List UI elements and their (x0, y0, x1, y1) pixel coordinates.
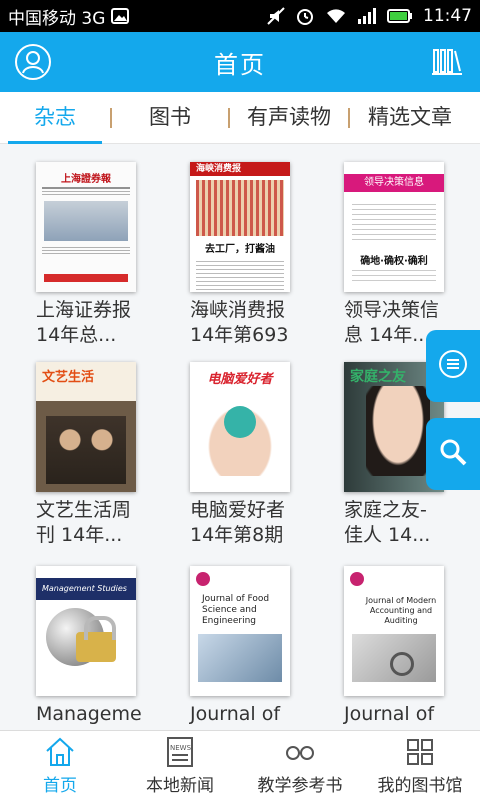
publisher-logo (350, 572, 364, 586)
cover-headline: 去工厂，打酱油 (205, 244, 275, 255)
magazine-cover[interactable]: 文艺生活 (36, 362, 136, 492)
magazine-grid: 上海證券報 上海证券报 14年总... 海峡消费报 去工厂，打酱油 海峡消费报 14… (0, 144, 480, 730)
status-bar: 中国移动 3G 11:47 (0, 0, 480, 32)
news-icon: NEWS (163, 735, 197, 769)
magazine-cover[interactable]: 领导决策信息 确地·确权·确利 (344, 162, 444, 292)
cover-masthead: Management Studies (36, 578, 136, 600)
magazine-title: Journal of (344, 703, 435, 725)
bookshelf-icon[interactable] (432, 46, 462, 76)
magazine-item[interactable]: Journal of Food Science and Engineering … (190, 566, 310, 727)
profile-icon[interactable] (14, 43, 52, 81)
nav-teaching-reference[interactable]: 教学参考书 (240, 731, 360, 800)
magazine-item[interactable]: 文艺生活 文艺生活周刊 14年... (36, 362, 156, 548)
battery-icon (387, 8, 413, 24)
cover-masthead: 领导决策信息 (344, 174, 444, 192)
cover-masthead: 上海證券報 (61, 174, 111, 185)
cover-headline: 确地·确权·确利 (360, 256, 428, 267)
svg-text:NEWS: NEWS (170, 744, 192, 752)
nav-local-news[interactable]: NEWS 本地新闻 (120, 731, 240, 800)
magazine-cover[interactable]: Journal of Food Science and Engineering (190, 566, 290, 696)
magazine-cover[interactable]: 海峡消费报 去工厂，打酱油 (190, 162, 290, 292)
wifi-icon (325, 7, 347, 25)
tab-magazines[interactable]: 杂志 (0, 92, 110, 144)
floating-menu-button[interactable] (426, 330, 480, 402)
magazine-title: Journal of (190, 703, 281, 725)
publisher-logo (196, 572, 210, 586)
clock-label: 11:47 (423, 6, 472, 26)
signal-icon (357, 7, 377, 25)
app-header: 首页 (0, 32, 480, 92)
magazine-cover[interactable]: Journal of Modern Accounting and Auditin… (344, 566, 444, 696)
magazine-title: Manageme (36, 703, 142, 725)
alarm-icon (295, 6, 315, 26)
magazine-item[interactable]: 领导决策信息 确地·确权·确利 领导决策信息 14年... (344, 162, 464, 348)
magazine-item[interactable]: Management Studies Manageme (36, 566, 156, 727)
magazine-cover[interactable]: Management Studies (36, 566, 136, 696)
cover-masthead: 海峡消费报 (190, 162, 290, 176)
library-icon (403, 735, 437, 769)
floating-search-button[interactable] (426, 418, 480, 490)
magazine-cover[interactable]: 上海證券報 (36, 162, 136, 292)
nav-home-label: 首页 (43, 776, 77, 796)
home-icon (43, 735, 77, 769)
nav-my-library[interactable]: 我的图书馆 (360, 731, 480, 800)
magazine-title: 电脑爱好者 14年第8期 (190, 499, 286, 546)
nav-home[interactable]: 首页 (0, 731, 120, 800)
tab-books[interactable]: 图书 (112, 92, 228, 144)
cover-masthead: 电脑爱好者 (207, 372, 273, 387)
search-icon (439, 438, 467, 470)
magazine-item[interactable]: 上海證券報 上海证券报 14年总... (36, 162, 156, 348)
image-notification-icon (111, 8, 130, 24)
cover-masthead: 文艺生活 (42, 370, 95, 385)
category-tabs: 杂志 图书 有声读物 精选文章 (0, 92, 480, 144)
magazine-title: 海峡消费报 14年第693 (190, 299, 289, 346)
nav-local-news-label: 本地新闻 (146, 776, 214, 796)
page-title: 首页 (214, 50, 266, 79)
magazine-title: 文艺生活周刊 14年... (36, 499, 132, 546)
magazine-item[interactable]: 电脑爱好者 电脑爱好者 14年第8期 (190, 362, 310, 548)
magazine-title: 上海证券报 14年总... (36, 299, 132, 346)
magazine-title: 家庭之友- 佳人 14... (344, 499, 431, 546)
tab-audiobooks[interactable]: 有声读物 (230, 92, 348, 144)
magazine-cover[interactable]: 电脑爱好者 (190, 362, 290, 492)
nav-my-library-label: 我的图书馆 (377, 776, 463, 796)
magazine-item[interactable]: 海峡消费报 去工厂，打酱油 海峡消费报 14年第693 (190, 162, 310, 348)
glasses-icon (283, 735, 317, 769)
carrier-label: 中国移动 3G (8, 8, 106, 29)
nav-teaching-reference-label: 教学参考书 (257, 776, 343, 796)
list-menu-icon (438, 349, 468, 383)
tab-articles[interactable]: 精选文章 (350, 92, 470, 144)
magazine-item[interactable]: Journal of Modern Accounting and Auditin… (344, 566, 464, 727)
bottom-navigation: 首页 NEWS 本地新闻 教学参考书 我的图书馆 (0, 730, 480, 800)
mute-icon (267, 7, 285, 25)
